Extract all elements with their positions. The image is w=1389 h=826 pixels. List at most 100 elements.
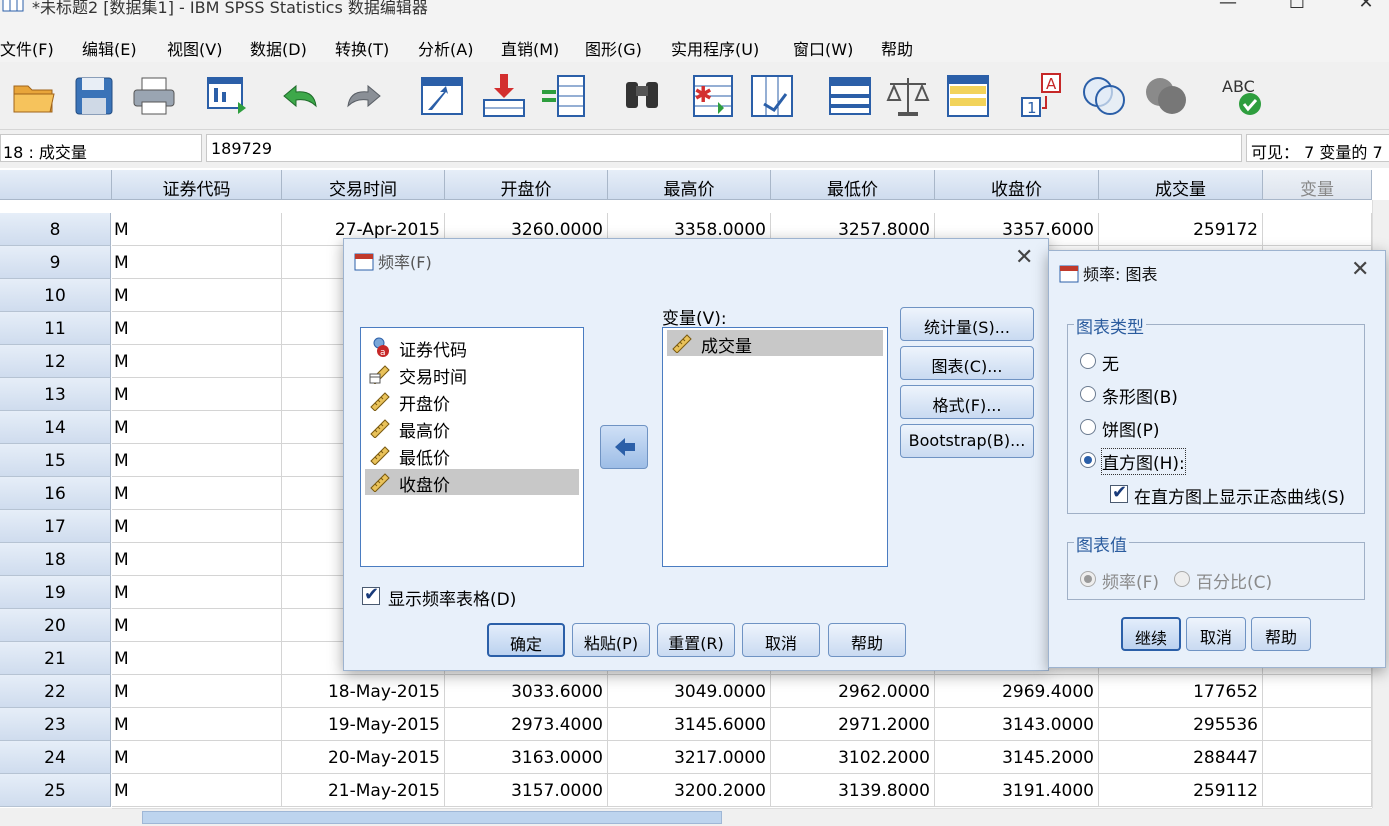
cell-open[interactable]: 3163.0000 [445,741,608,774]
cancel-button[interactable]: 取消 [1186,617,1246,651]
help-button[interactable]: 帮助 [1251,617,1311,651]
column-header[interactable]: 最低价 [771,170,935,200]
cell-code[interactable]: M [112,345,282,378]
close-icon[interactable]: ✕ [1351,257,1369,282]
use-sets-icon[interactable] [1080,72,1128,120]
chart-value-frequency-radio[interactable] [1080,571,1096,587]
help-button[interactable]: 帮助 [828,623,906,657]
cell-code[interactable]: M [112,312,282,345]
menu-utilities[interactable]: 实用程序(U) [671,36,759,60]
cell-code[interactable]: M [112,708,282,741]
open-folder-icon[interactable] [10,72,58,120]
row-number[interactable]: 22 [0,675,111,708]
select-cases-icon[interactable] [944,72,992,120]
list-item[interactable]: 收盘价 [365,469,579,496]
cell-empty[interactable] [1263,675,1372,708]
row-number[interactable]: 20 [0,609,111,642]
insert-cases-icon[interactable]: ✱ [688,72,736,120]
cell-code[interactable]: M [112,576,282,609]
weight-cases-icon[interactable] [884,72,932,120]
column-header[interactable]: 证券代码 [112,170,282,200]
cell-empty[interactable] [1263,213,1372,246]
continue-button[interactable]: 继续 [1121,617,1181,651]
cell-code[interactable]: M [112,543,282,576]
menu-transform[interactable]: 转换(T) [335,36,389,60]
menu-file[interactable]: 文件(F) [0,36,54,60]
chart-value-percent-radio[interactable] [1174,571,1190,587]
cell-volume[interactable]: 295536 [1099,708,1263,741]
cell-code[interactable]: M [112,741,282,774]
cell-code[interactable]: M [112,774,282,807]
cell-volume[interactable]: 288447 [1099,741,1263,774]
menu-view[interactable]: 视图(V) [167,36,222,60]
maximize-icon[interactable]: ☐ [1274,0,1320,22]
row-number[interactable]: 19 [0,576,111,609]
cell-volume[interactable]: 259112 [1099,774,1263,807]
paste-button[interactable]: 粘贴(P) [572,623,650,657]
menu-edit[interactable]: 编辑(E) [82,36,137,60]
menu-help[interactable]: 帮助 [881,36,913,60]
row-number[interactable]: 17 [0,510,111,543]
cell-code[interactable]: M [112,213,282,246]
row-number[interactable]: 13 [0,378,111,411]
value-labels-icon[interactable]: A 1 [1018,72,1066,120]
cell-empty[interactable] [1263,774,1372,807]
cell-empty[interactable] [1263,708,1372,741]
menu-graphs[interactable]: 图形(G) [585,36,642,60]
column-header[interactable]: 最高价 [608,170,771,200]
cell-volume[interactable]: 177652 [1099,675,1263,708]
row-number[interactable]: 9 [0,246,111,279]
reset-button[interactable]: 重置(R) [657,623,735,657]
bootstrap-button[interactable]: Bootstrap(B)... [900,424,1034,458]
cell-date[interactable]: 19-May-2015 [282,708,445,741]
cell-code[interactable]: M [112,246,282,279]
row-number[interactable]: 25 [0,774,111,807]
normal-curve-checkbox[interactable]: ✔ [1110,482,1128,503]
save-icon[interactable] [70,72,118,120]
charts-button[interactable]: 图表(C)... [900,346,1034,380]
cell-close[interactable]: 3191.4000 [935,774,1099,807]
cell-volume[interactable]: 259172 [1099,213,1263,246]
column-header[interactable]: 收盘价 [935,170,1099,200]
cell-low[interactable]: 3102.2000 [771,741,935,774]
insert-variable-icon[interactable] [748,72,796,120]
cell-close[interactable]: 3143.0000 [935,708,1099,741]
variables-icon[interactable] [540,72,588,120]
row-number[interactable]: 18 [0,543,111,576]
cell-low[interactable]: 2962.0000 [771,675,935,708]
statistics-button[interactable]: 统计量(S)... [900,307,1034,341]
cell-high[interactable]: 3049.0000 [608,675,771,708]
cell-close[interactable]: 2969.4000 [935,675,1099,708]
list-item[interactable]: a 证券代码 [365,334,579,361]
cell-high[interactable]: 3217.0000 [608,741,771,774]
row-number[interactable]: 12 [0,345,111,378]
list-item[interactable]: 最高价 [365,415,579,442]
menu-data[interactable]: 数据(D) [250,36,307,60]
cell-code[interactable]: M [112,279,282,312]
cell-value-input[interactable]: 189729 [206,134,1242,162]
ok-button[interactable]: 确定 [487,623,565,657]
cell-open[interactable]: 3157.0000 [445,774,608,807]
cell-close[interactable]: 3145.2000 [935,741,1099,774]
source-variable-list[interactable]: a 证券代码 交易时间 开盘价 最高价 最低价 收盘价 [360,327,584,567]
chart-type-none-radio[interactable] [1080,353,1096,369]
show-frequency-table-checkbox[interactable]: ✔ [362,584,380,605]
row-number[interactable]: 14 [0,411,111,444]
move-variable-button[interactable] [600,425,648,469]
list-item[interactable]: 交易时间 [365,361,579,388]
cell-code[interactable]: M [112,675,282,708]
column-header[interactable]: 开盘价 [445,170,608,200]
row-number[interactable]: 8 [0,213,111,246]
cell-code[interactable]: M [112,411,282,444]
row-number[interactable]: 11 [0,312,111,345]
cell-code[interactable]: M [112,510,282,543]
chart-type-histogram-radio[interactable] [1080,452,1096,468]
split-file-icon[interactable] [826,72,874,120]
goto-variable-icon[interactable] [480,72,528,120]
print-icon[interactable] [130,72,178,120]
cell-code[interactable]: M [112,444,282,477]
find-icon[interactable] [618,72,666,120]
format-button[interactable]: 格式(F)... [900,385,1034,419]
cell-open[interactable]: 3033.6000 [445,675,608,708]
menu-window[interactable]: 窗口(W) [793,36,853,60]
